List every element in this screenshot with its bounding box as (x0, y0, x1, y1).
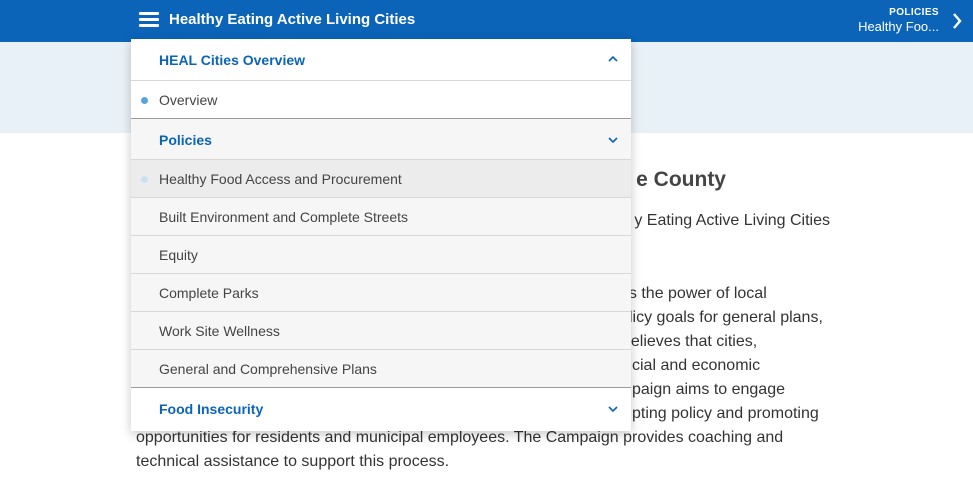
site-title[interactable]: Healthy Eating Active Living Cities (169, 11, 415, 28)
menu-item-label: Work Site Wellness (159, 323, 280, 339)
top-navigation-bar: Healthy Eating Active Living Cities POLI… (0, 0, 973, 42)
chevron-down-icon (608, 137, 618, 144)
menu-item-overview[interactable]: Overview (131, 81, 631, 119)
menu-section-label: HEAL Cities Overview (159, 52, 306, 68)
menu-item-work-site-wellness[interactable]: Work Site Wellness (131, 312, 631, 350)
body-line: technical assistance to support this pro… (136, 453, 450, 470)
menu-item-general-plans[interactable]: General and Comprehensive Plans (131, 350, 631, 388)
breadcrumb-current-page: Healthy Foo... (858, 19, 939, 34)
menu-item-healthy-food-access[interactable]: Healthy Food Access and Procurement (131, 160, 631, 198)
breadcrumb-section-label: POLICIES (889, 7, 939, 18)
breadcrumb[interactable]: POLICIES Healthy Foo... (858, 7, 939, 35)
menu-item-label: Built Environment and Complete Streets (159, 209, 409, 225)
menu-section-policies[interactable]: Policies (131, 119, 631, 160)
menu-item-label: Healthy Food Access and Procurement (159, 171, 402, 187)
menu-item-label: Overview (159, 92, 218, 108)
bullet-dot-icon (141, 176, 148, 183)
chevron-down-icon (608, 406, 618, 413)
menu-item-complete-parks[interactable]: Complete Parks (131, 274, 631, 312)
navigation-dropdown-menu: HEAL Cities Overview Overview Policies H… (131, 39, 631, 431)
menu-section-food-insecurity[interactable]: Food Insecurity (131, 388, 631, 431)
menu-section-label: Policies (159, 132, 212, 148)
chevron-right-icon[interactable] (952, 13, 962, 29)
menu-item-built-environment[interactable]: Built Environment and Complete Streets (131, 198, 631, 236)
menu-item-equity[interactable]: Equity (131, 236, 631, 274)
chevron-up-icon (608, 55, 618, 62)
menu-item-label: Complete Parks (159, 285, 259, 301)
hamburger-menu-icon[interactable] (139, 12, 159, 28)
bullet-dot-icon (141, 97, 148, 104)
menu-item-label: General and Comprehensive Plans (159, 361, 377, 377)
menu-item-label: Equity (159, 247, 198, 263)
menu-section-label: Food Insecurity (159, 401, 264, 417)
menu-section-heal-cities-overview[interactable]: HEAL Cities Overview (131, 39, 631, 81)
